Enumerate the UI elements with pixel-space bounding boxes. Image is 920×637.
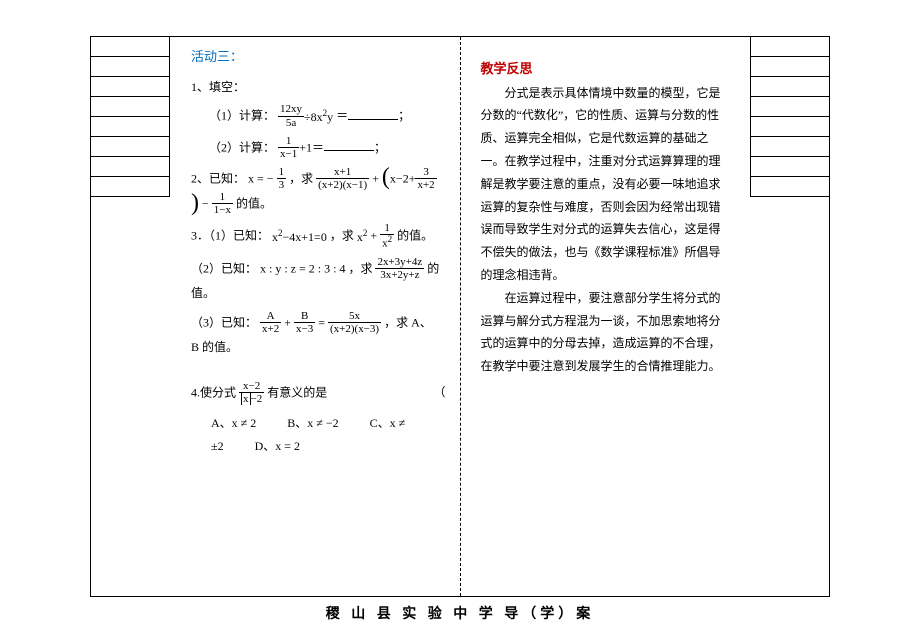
- opt-d: D、x = 2: [255, 439, 300, 453]
- q4: 4.使分式 x−2x−2 有意义的是 （: [191, 381, 440, 406]
- footer-title: 稷 山 县 实 验 中 学 导（学）案: [0, 603, 920, 623]
- q3-2: （2）已知： x : y : z = 2 : 3 : 4 ，求 2x+3y+4z…: [191, 257, 440, 305]
- opt-a: A、x ≠ 2: [211, 416, 256, 430]
- q3-3: （3）已知： Ax+2 + Bx−3 = 5x(x+2)(x−3) ，求 A、B…: [191, 311, 440, 359]
- q1-2-frac: 1 x−1: [278, 135, 299, 160]
- q1-1-tail: ÷8x2y: [304, 105, 333, 129]
- opt-b: B、x ≠ −2: [287, 416, 338, 430]
- activity-title: 活动三：: [191, 45, 440, 70]
- q1-1-prefix: （1）计算：: [209, 109, 275, 123]
- q1-2-prefix: （2）计算：: [209, 140, 275, 154]
- reflection-title: 教学反思: [481, 57, 730, 82]
- q1-2: （2）计算： 1 x−1 +1＝；: [191, 136, 440, 161]
- q3-1: 3．（1）已知： x2−4x+1=0 ，求 x2 + 1x2 的值。: [191, 223, 440, 251]
- q1-1-frac: 12xy 5a: [278, 103, 304, 128]
- blank: [348, 108, 398, 120]
- reflection-p1: 分式是表示具体情境中数量的模型，它是分数的“代数化”，它的性质、运算与分数的性质…: [481, 82, 730, 287]
- q4-options: A、x ≠ 2 B、x ≠ −2 C、x ≠ ±2 D、x = 2: [191, 412, 440, 458]
- content-frame: 活动三： 1、填空： （1）计算： 12xy 5a ÷8x2y ＝； （2）计算…: [90, 36, 830, 597]
- right-column: 教学反思 分式是表示具体情境中数量的模型，它是分数的“代数化”，它的性质、运算与…: [460, 37, 830, 596]
- q1-label: 1、填空：: [191, 76, 440, 99]
- left-column: 活动三： 1、填空： （1）计算： 12xy 5a ÷8x2y ＝； （2）计算…: [91, 37, 460, 596]
- reflection-p2: 在运算过程中，要注意部分学生将分式的运算与解分式方程混为一谈，不加思索地将分式的…: [481, 287, 730, 378]
- eq: ＝: [336, 109, 348, 123]
- blank: [324, 139, 374, 151]
- q4-paren: （: [433, 381, 445, 404]
- q2: 2、已知： x = − 13 ，求 x+1(x+2)(x−1) + (x−2+3…: [191, 167, 440, 217]
- q1-1: （1）计算： 12xy 5a ÷8x2y ＝；: [191, 104, 440, 129]
